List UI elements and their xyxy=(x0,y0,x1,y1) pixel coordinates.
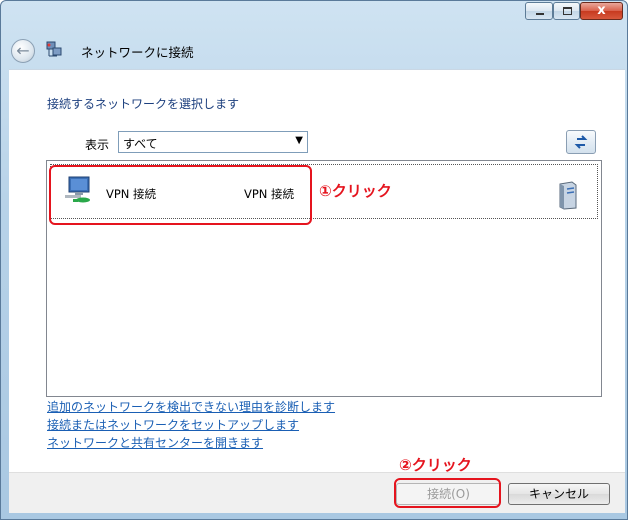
show-label: 表示 xyxy=(85,138,110,152)
close-icon: x xyxy=(597,3,606,18)
close-button[interactable]: x xyxy=(580,2,623,20)
open-network-center-link[interactable]: ネットワークと共有センターを開きます xyxy=(47,434,263,451)
step2-annotation: ②クリック xyxy=(399,456,472,474)
network-filter-dropdown[interactable]: すべて ▼ xyxy=(118,131,308,153)
minimize-button[interactable] xyxy=(525,2,553,20)
diagnose-link[interactable]: 追加のネットワークを検出できない理由を診断します xyxy=(47,398,335,415)
setup-connection-link[interactable]: 接続またはネットワークをセットアップします xyxy=(47,416,299,433)
minimize-icon xyxy=(536,13,544,15)
window-title: ネットワークに接続 xyxy=(81,45,194,60)
button-bar: 接続(O) キャンセル xyxy=(9,472,625,513)
back-arrow-icon: ← xyxy=(16,41,30,60)
connect-to-network-window: x ← ネットワークに接続 接続するネットワークを選択します 表示 すべて ▼ xyxy=(0,0,628,520)
cancel-button[interactable]: キャンセル xyxy=(508,483,610,505)
maximize-button[interactable] xyxy=(553,2,580,20)
title-bar: x xyxy=(1,1,627,31)
refresh-icon xyxy=(574,135,588,149)
step1-highlight-box xyxy=(49,165,312,225)
step2-highlight-box xyxy=(394,478,501,508)
refresh-button[interactable] xyxy=(566,130,596,154)
maximize-icon xyxy=(563,7,572,15)
step1-annotation: ①クリック xyxy=(319,182,392,200)
dropdown-arrow-icon: ▼ xyxy=(295,135,303,146)
network-icon xyxy=(46,41,62,57)
server-icon xyxy=(559,181,577,210)
filter-selected-value: すべて xyxy=(123,137,158,151)
back-button[interactable]: ← xyxy=(11,39,35,63)
page-heading: 接続するネットワークを選択します xyxy=(47,97,240,111)
